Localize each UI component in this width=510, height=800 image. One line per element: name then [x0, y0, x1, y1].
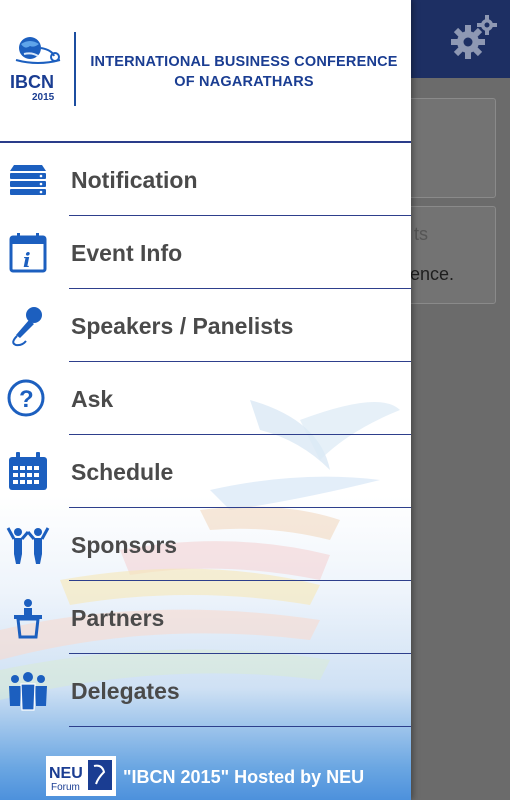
menu-divider — [69, 725, 411, 727]
menu-item-label: Ask — [71, 386, 114, 412]
menu-item-delegates[interactable]: Delegates — [0, 654, 411, 727]
menu-item-label: Speakers / Panelists — [71, 313, 294, 339]
menu-item-label: Schedule — [71, 459, 174, 485]
svg-text:2015: 2015 — [32, 92, 55, 103]
settings-gear-icon[interactable] — [448, 12, 500, 64]
menu-item-partners[interactable]: Partners — [0, 581, 411, 654]
hosted-by-text: "IBCN 2015" Hosted by NEU — [123, 767, 365, 787]
drawer-menu: Notification i Event Info Speakers / Pan… — [0, 143, 411, 727]
menu-item-label: Event Info — [71, 240, 183, 266]
conference-title-line2: OF NAGARATHARS — [174, 74, 314, 90]
ibcn-logo: IBCN 2015 — [10, 37, 61, 103]
navigation-drawer: IBCN 2015 INTERNATIONAL BUSINESS CONFERE… — [0, 0, 411, 800]
group-icon — [6, 670, 50, 712]
svg-text:?: ? — [19, 386, 34, 413]
menu-item-label: Notification — [71, 167, 198, 193]
svg-text:IBCN: IBCN — [10, 72, 54, 92]
calendar-grid-icon — [6, 451, 50, 493]
server-stack-icon — [6, 159, 50, 201]
menu-item-label: Sponsors — [71, 532, 178, 558]
header-divider — [74, 32, 76, 106]
calendar-info-icon: i — [6, 232, 50, 274]
background-text: ence. — [410, 264, 455, 284]
svg-text:Forum: Forum — [51, 782, 80, 793]
conference-title-line1: INTERNATIONAL BUSINESS CONFERENCE — [90, 54, 398, 70]
svg-text:NEU: NEU — [49, 765, 83, 782]
microphone-icon — [6, 305, 50, 347]
menu-item-speakers-panelists[interactable]: Speakers / Panelists — [0, 289, 411, 362]
drawer-footer: NEU Forum "IBCN 2015" Hosted by NEU — [0, 752, 411, 800]
neu-forum-logo: NEU Forum — [46, 756, 116, 796]
menu-item-schedule[interactable]: Schedule — [0, 435, 411, 508]
menu-item-event-info[interactable]: i Event Info — [0, 216, 411, 289]
drawer-header: IBCN 2015 INTERNATIONAL BUSINESS CONFERE… — [0, 0, 411, 140]
conference-title: INTERNATIONAL BUSINESS CONFERENCE OF NAG… — [84, 52, 404, 92]
menu-item-sponsors[interactable]: Sponsors — [0, 508, 411, 581]
menu-item-label: Partners — [71, 605, 165, 631]
podium-icon — [6, 597, 50, 639]
menu-item-ask[interactable]: ? Ask — [0, 362, 411, 435]
svg-text:i: i — [23, 248, 31, 272]
background-text: ts — [414, 224, 429, 244]
question-circle-icon: ? — [6, 378, 50, 420]
menu-item-notification[interactable]: Notification — [0, 143, 411, 216]
menu-item-label: Delegates — [71, 678, 180, 704]
people-cheer-icon — [6, 524, 50, 566]
